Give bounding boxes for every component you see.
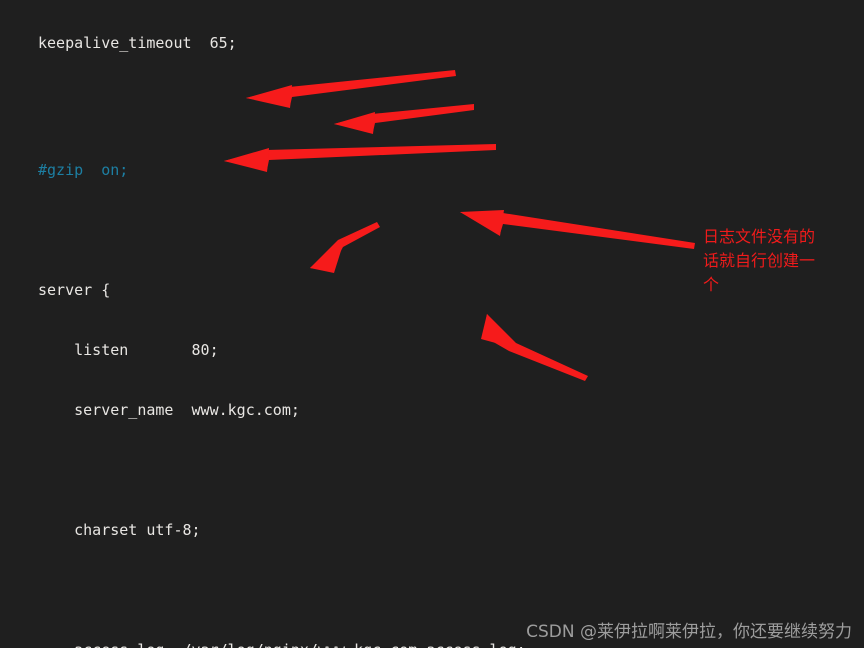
annotation-note-line: 个: [703, 275, 720, 294]
annotation-note-line: 日志文件没有的: [703, 227, 816, 246]
terminal-screen: keepalive_timeout 65; #gzip on; server {…: [0, 0, 864, 648]
code-line-listen: listen 80;: [0, 340, 864, 360]
code-line-text: server_name www.kgc.com;: [38, 401, 300, 419]
code-line-text: listen 80;: [38, 341, 219, 359]
annotation-note: 日志文件没有的 话就自行创建一 个: [703, 225, 855, 297]
code-line-charset: charset utf-8;: [0, 520, 864, 540]
code-line-text: charset utf-8;: [38, 521, 201, 539]
code-line: keepalive_timeout 65;: [0, 33, 864, 53]
code-line-text: server {: [38, 281, 111, 299]
code-line-server-name: server_name www.kgc.com;: [0, 400, 864, 420]
nginx-config-code[interactable]: keepalive_timeout 65; #gzip on; server {…: [0, 0, 864, 648]
code-line-text: keepalive_timeout 65;: [38, 34, 237, 52]
code-line: #gzip on;: [0, 160, 864, 180]
annotation-note-line: 话就自行创建一: [703, 251, 816, 270]
code-line-text: access_log /var/log/nginx/www.kgc.com.ac…: [38, 641, 526, 648]
code-line-text: #gzip on;: [38, 161, 129, 179]
csdn-watermark: CSDN @莱伊拉啊莱伊拉，你还要继续努力: [526, 622, 852, 642]
